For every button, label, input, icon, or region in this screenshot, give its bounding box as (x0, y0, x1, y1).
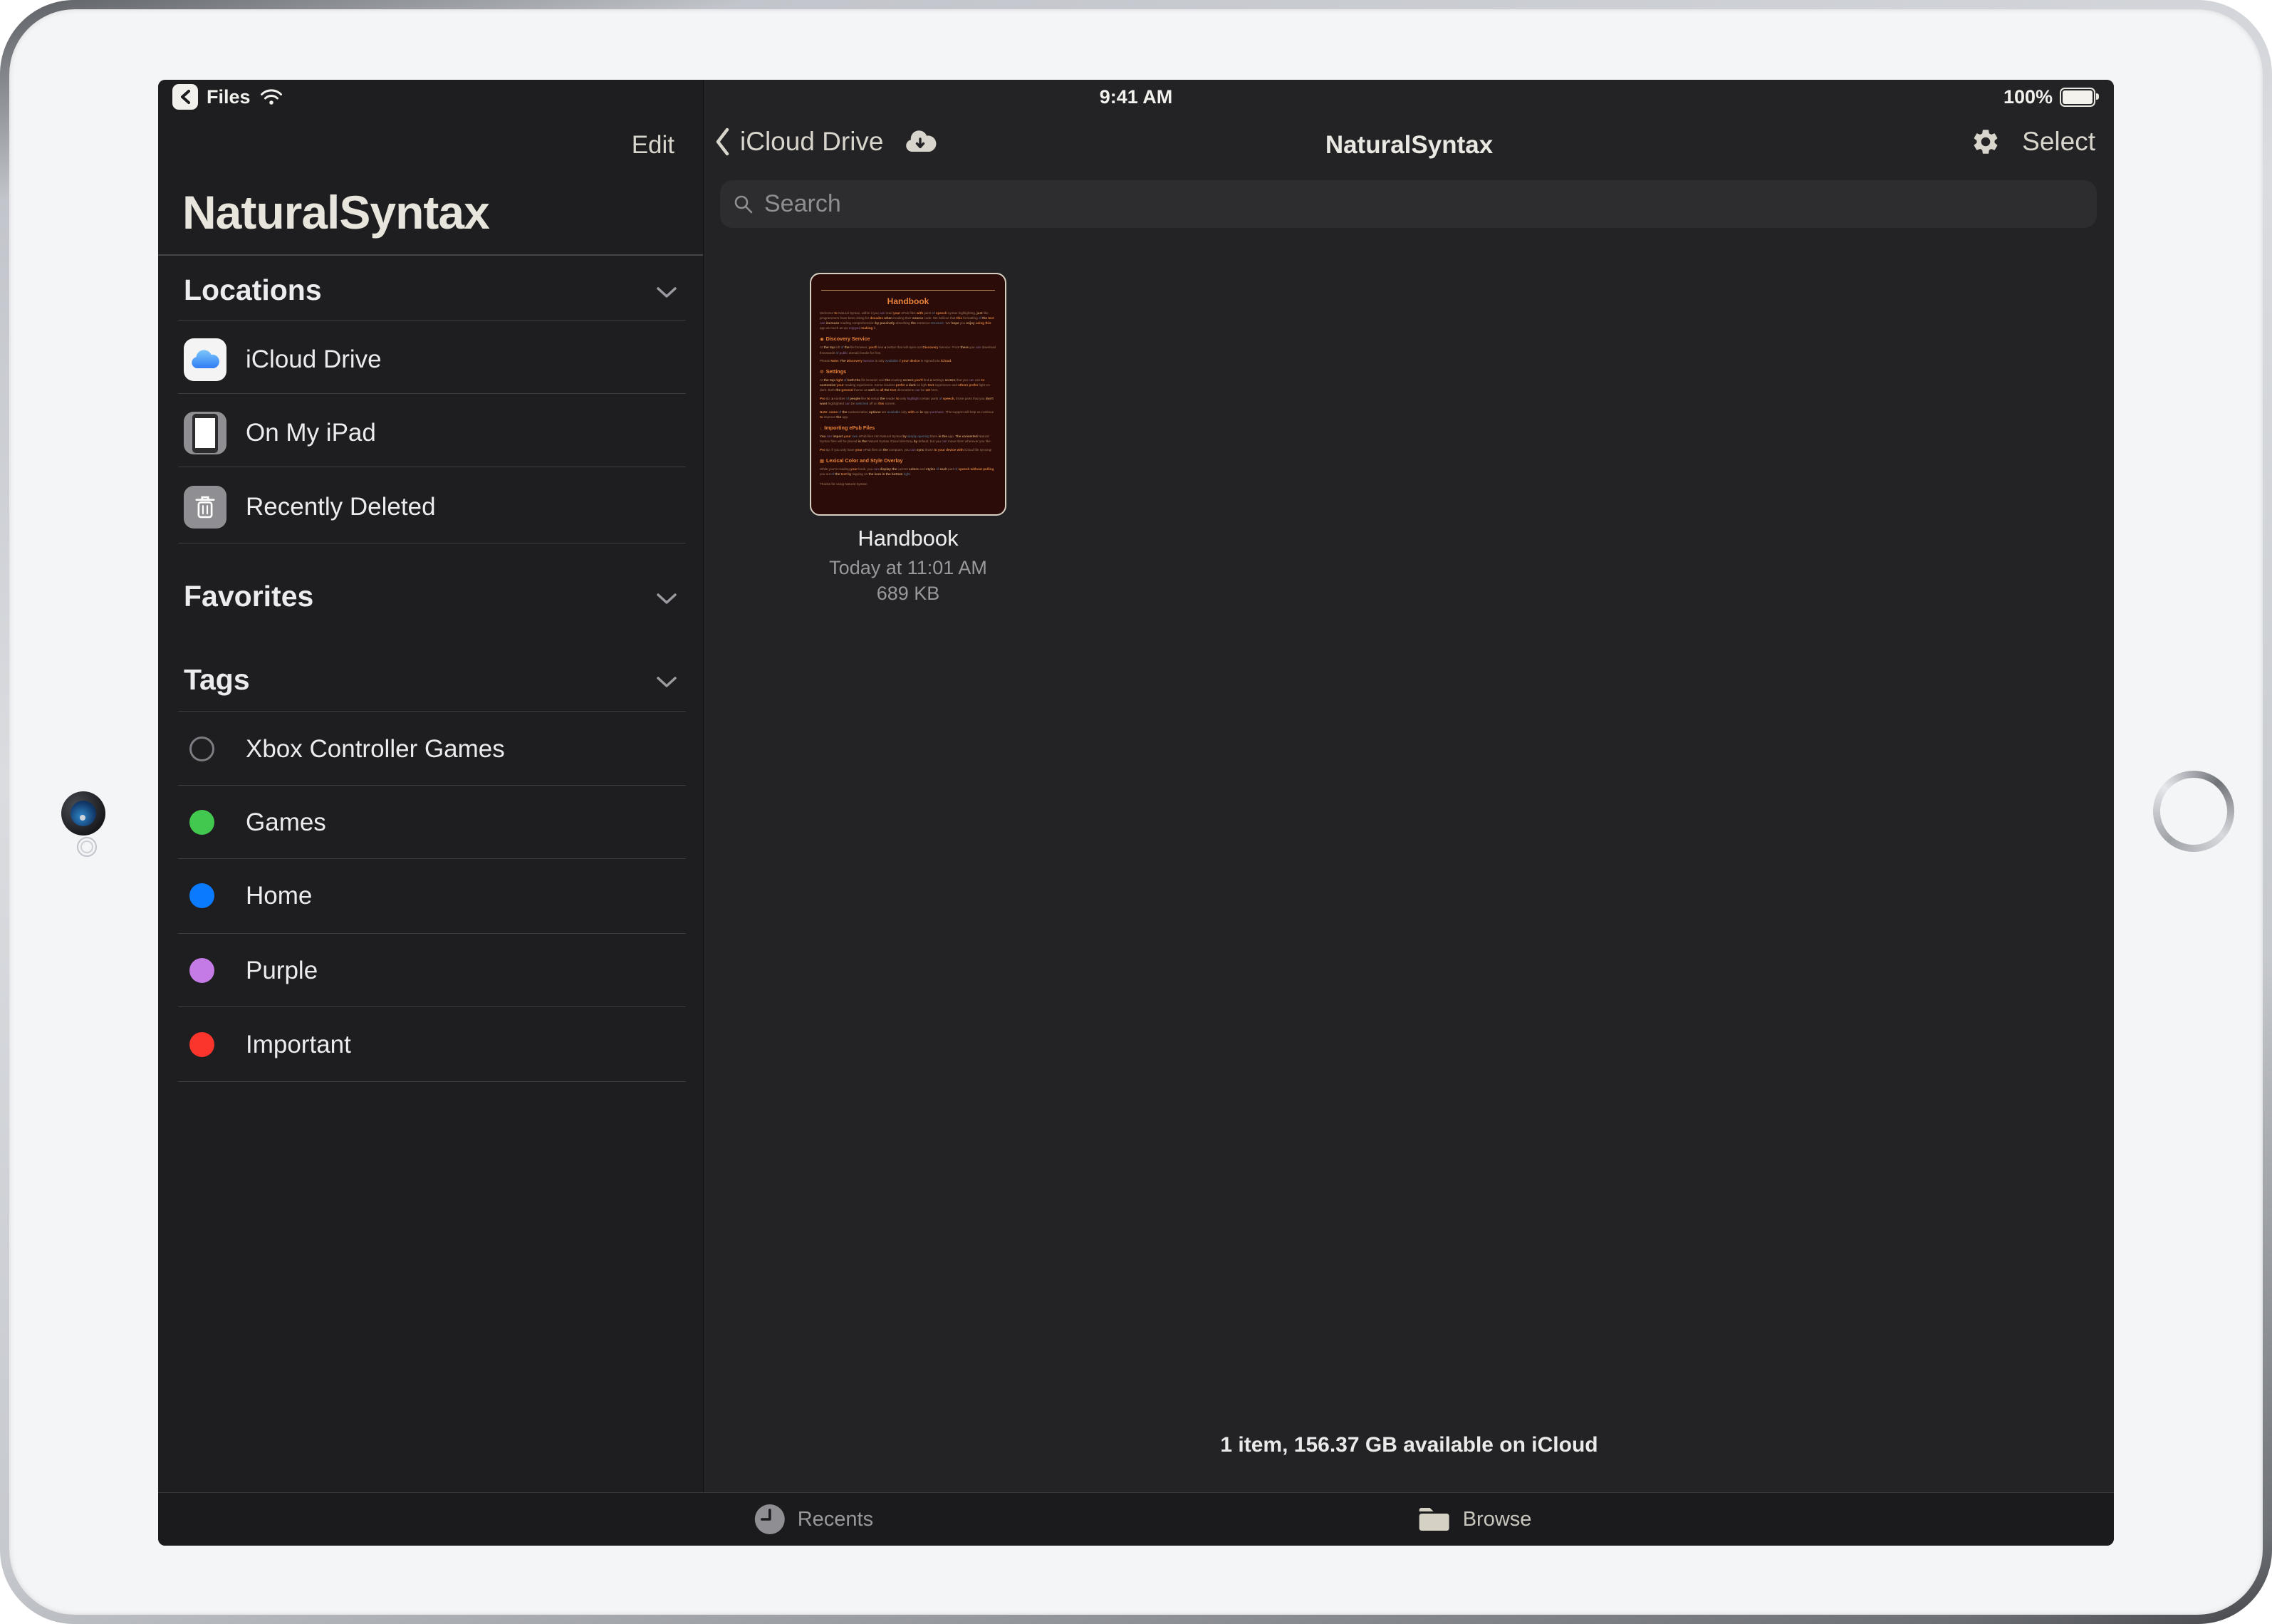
folder-icon (1417, 1506, 1452, 1533)
folder-title: NaturalSyntax (704, 131, 2114, 160)
icloud-drive-icon (184, 338, 226, 381)
gear-icon[interactable] (1971, 127, 2001, 157)
file-browser-pane: iCloud Drive NaturalSyntax (704, 80, 2114, 1492)
status-time: 9:41 AM (1100, 86, 1173, 108)
file-item-handbook[interactable]: Handbook Welcome to Natural Syntax, with… (810, 273, 1006, 605)
thumb-paragraph: Pro tip: a number of people like to setu… (820, 396, 996, 406)
divider (178, 1006, 686, 1007)
camera-lens (71, 801, 96, 826)
file-modified-date: Today at 11:01 AM (810, 557, 1006, 579)
search-placeholder: Search (764, 190, 841, 218)
divider (178, 711, 686, 712)
status-app-name: Files (207, 86, 251, 108)
thumb-paragraph: You can import your own ePub files into … (820, 434, 996, 444)
file-size: 689 KB (810, 583, 1006, 605)
thumb-divider (821, 290, 995, 291)
locations-section-header[interactable]: Locations (184, 274, 322, 307)
ipad-device-frame: Edit NaturalSyntax Locations (0, 0, 2272, 1624)
divider (178, 320, 686, 321)
tab-label: Browse (1463, 1508, 1532, 1531)
thumb-doc-title: Handbook (820, 296, 996, 306)
thumb-heading: ↓Importing ePub Files (820, 425, 996, 431)
tab-bar: Recents Browse (158, 1492, 2114, 1546)
divider (178, 785, 686, 786)
nav-actions: Select (1971, 127, 2095, 157)
status-left: Files (172, 84, 283, 110)
thumb-closing-line: Thanks for using Natural Syntax! (820, 482, 996, 486)
item-count-status: 1 item, 156.37 GB available on iCloud (704, 1433, 2114, 1457)
back-to-app-icon[interactable] (172, 84, 198, 110)
tag-label: Games (246, 808, 326, 837)
thumb-heading: ⚙Settings (820, 368, 996, 375)
front-camera-icon (61, 791, 105, 836)
import-mini-icon: ↓ (820, 426, 822, 431)
chevron-down-icon (656, 286, 677, 298)
favorites-section-header[interactable]: Favorites (184, 580, 313, 613)
discovery-icon: ◉ (820, 337, 824, 342)
thumb-paragraph: Please Note: The Discovery Service is on… (820, 358, 996, 363)
tag-circle-icon (189, 736, 214, 761)
thumb-paragraph: Pro tip: If you only have your ePub file… (820, 447, 996, 452)
tag-label: Important (246, 1031, 351, 1059)
battery-percent: 100% (2003, 86, 2053, 108)
chevron-down-icon (656, 593, 677, 605)
tag-circle-icon (189, 1032, 214, 1057)
clock-icon (754, 1503, 786, 1536)
ambient-sensor (77, 837, 97, 857)
thumb-paragraph: At the top left of the file browser, you… (820, 345, 996, 355)
thumb-heading: ▦Lexical Color and Style Overlay (820, 457, 996, 464)
tab-recents[interactable]: Recents (754, 1503, 873, 1536)
battery-icon (2060, 88, 2095, 107)
divider (178, 933, 686, 934)
settings-mini-icon: ⚙ (820, 370, 824, 375)
divider (178, 393, 686, 394)
edit-button[interactable]: Edit (632, 131, 674, 160)
tags-section-header[interactable]: Tags (184, 663, 250, 697)
wifi-icon (259, 88, 283, 106)
thumb-paragraph: Welcome to Natural Syntax, within it you… (820, 311, 996, 330)
tab-label: Recents (798, 1508, 873, 1531)
search-input[interactable]: Search (720, 180, 2097, 228)
tag-label: Xbox Controller Games (246, 735, 505, 764)
sidebar-item-label: Recently Deleted (246, 493, 436, 521)
file-name: Handbook (810, 526, 1006, 551)
tab-browse[interactable]: Browse (1417, 1506, 1532, 1533)
sidebar-item-label: iCloud Drive (246, 345, 382, 374)
tag-circle-icon (189, 883, 214, 908)
select-button[interactable]: Select (2022, 127, 2095, 157)
tag-label: Home (246, 882, 312, 910)
tag-circle-icon (189, 810, 214, 835)
app-title: NaturalSyntax (182, 185, 489, 239)
divider (178, 1081, 686, 1082)
camera-glint (80, 815, 85, 821)
thumb-paragraph: While you're reading your book, you can … (820, 467, 996, 477)
status-right: 100% (2003, 86, 2095, 108)
overlay-mini-icon: ▦ (820, 459, 824, 464)
trash-icon (184, 486, 226, 529)
tag-circle-icon (189, 958, 214, 983)
sidebar: Edit NaturalSyntax Locations (158, 80, 704, 1492)
ipad-icon (184, 412, 226, 454)
ipad-bezel: Edit NaturalSyntax Locations (9, 9, 2263, 1615)
screen: Edit NaturalSyntax Locations (158, 80, 2114, 1546)
divider (178, 858, 686, 859)
tag-label: Purple (246, 957, 318, 985)
home-button[interactable] (2153, 771, 2234, 852)
thumb-heading: ◉Discovery Service (820, 335, 996, 342)
thumb-paragraph: Note: some of the customization options … (820, 410, 996, 420)
thumb-paragraph: At the top right of both the file browse… (820, 378, 996, 392)
chevron-down-icon (656, 676, 677, 688)
file-thumbnail: Handbook Welcome to Natural Syntax, with… (810, 273, 1006, 516)
search-icon (733, 194, 754, 215)
sidebar-item-label: On My iPad (246, 419, 376, 447)
sidebar-header-divider (158, 254, 703, 256)
status-bar: Files 9:41 AM 100% (158, 80, 2114, 114)
